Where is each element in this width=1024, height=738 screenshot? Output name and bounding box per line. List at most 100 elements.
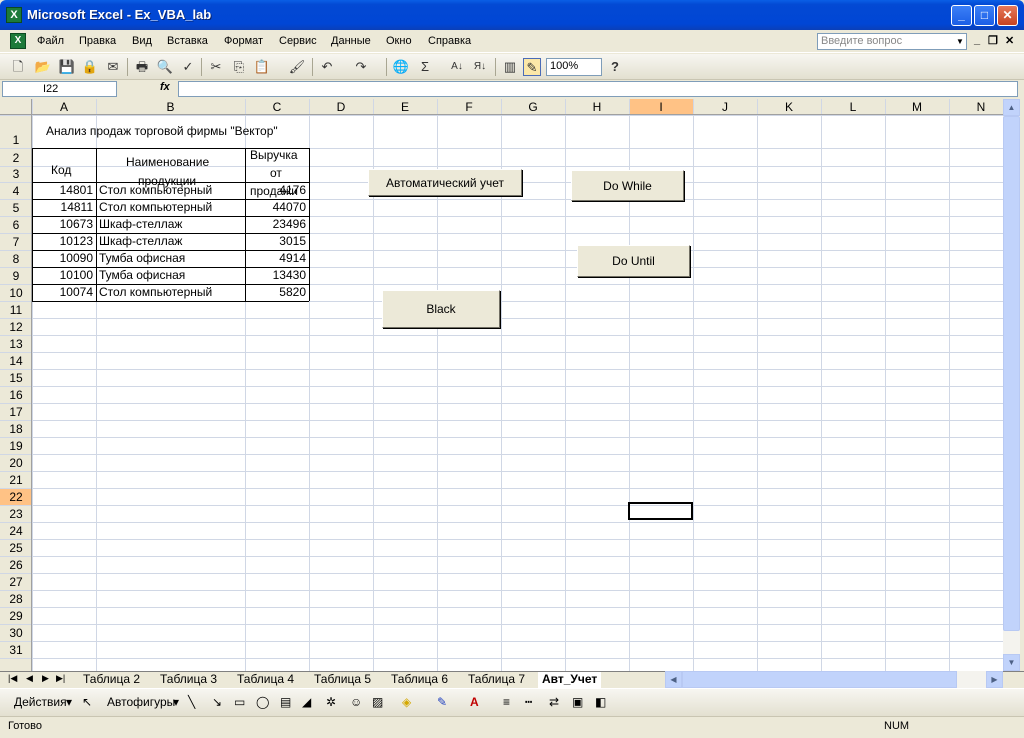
row-header[interactable]: 9 (0, 269, 32, 284)
row-header[interactable]: 5 (0, 201, 32, 216)
actions-dropdown-icon[interactable]: ▾ (66, 695, 72, 709)
row-header[interactable]: 8 (0, 252, 32, 267)
mail-icon[interactable]: ✉ (104, 58, 122, 76)
row-header[interactable]: 24 (0, 524, 32, 539)
row-header[interactable]: 23 (0, 507, 32, 522)
row-header[interactable]: 11 (0, 303, 32, 318)
drawing-icon[interactable]: ✎ (523, 58, 541, 76)
tab-table-2[interactable]: Таблица 2 (79, 672, 144, 688)
row-header[interactable]: 19 (0, 439, 32, 454)
permission-icon[interactable]: 🔒 (81, 58, 99, 76)
line-color-icon[interactable]: ✎ (437, 695, 447, 709)
row-header[interactable]: 29 (0, 609, 32, 624)
help-icon[interactable]: ? (606, 58, 624, 76)
new-icon[interactable]: 🗋 (9, 58, 27, 76)
wordart-icon[interactable]: ◢ (302, 695, 311, 709)
name-box[interactable]: I22 (2, 81, 117, 97)
row-header[interactable]: 22 (0, 490, 32, 505)
autosum-icon[interactable]: Σ (416, 58, 434, 76)
tab-table-4[interactable]: Таблица 4 (233, 672, 298, 688)
sort-asc-icon[interactable]: A↓ (448, 58, 466, 76)
doc-close-button[interactable]: ✕ (1005, 34, 1014, 47)
workbook-icon[interactable]: X (10, 33, 26, 49)
menu-format[interactable]: Формат (224, 35, 263, 47)
row-header[interactable]: 10 (0, 286, 32, 301)
minimize-button[interactable]: _ (951, 5, 972, 26)
row-header[interactable]: 31 (0, 643, 32, 658)
menu-data[interactable]: Данные (331, 35, 371, 47)
worksheet-grid[interactable]: ABCDEFGHIJKLMN 1 2 3 4 5 6 7 8 9 10 11 12 13 14 15 16 17… (0, 99, 1003, 671)
cell-code[interactable]: 14801 (32, 182, 93, 199)
cell-revenue[interactable]: 5820 (245, 284, 306, 301)
actions-menu[interactable]: Действия (14, 695, 67, 709)
doc-restore-button[interactable]: ❐ (988, 34, 998, 47)
row-header[interactable]: 14 (0, 354, 32, 369)
menu-view[interactable]: Вид (132, 35, 152, 47)
row-header[interactable]: 21 (0, 473, 32, 488)
column-header[interactable]: A (32, 99, 96, 115)
tab-table-7[interactable]: Таблица 7 (464, 672, 529, 688)
cell-code[interactable]: 10100 (32, 267, 93, 284)
chart-wizard-icon[interactable]: ▥ (501, 58, 519, 76)
arrow-style-icon[interactable]: ⇄ (549, 695, 559, 709)
cell-revenue[interactable]: 13430 (245, 267, 306, 284)
menu-file[interactable]: Файл (37, 35, 64, 47)
tab-table-3[interactable]: Таблица 3 (156, 672, 221, 688)
auto-account-button[interactable]: Автоматический учет (368, 169, 522, 196)
column-header[interactable]: N (949, 99, 1003, 115)
cell-code[interactable]: 10673 (32, 216, 93, 233)
open-icon[interactable]: 📂 (34, 58, 52, 76)
do-while-button[interactable]: Do While (571, 170, 684, 201)
copy-icon[interactable]: ⎘ (230, 58, 248, 76)
row-header[interactable]: 28 (0, 592, 32, 607)
dash-style-icon[interactable]: ┅ (525, 695, 532, 709)
next-sheet-icon[interactable]: ▶ (42, 673, 49, 684)
column-header[interactable]: D (309, 99, 373, 115)
cell-revenue[interactable]: 4176 (245, 182, 306, 199)
column-header[interactable]: L (821, 99, 885, 115)
cut-icon[interactable]: ✂ (207, 58, 225, 76)
row-header[interactable]: 16 (0, 388, 32, 403)
row-header[interactable]: 7 (0, 235, 32, 250)
tab-table-6[interactable]: Таблица 6 (387, 672, 452, 688)
tab-table-5[interactable]: Таблица 5 (310, 672, 375, 688)
print-preview-icon[interactable]: 🔍 (156, 58, 174, 76)
textbox-icon[interactable]: ▤ (280, 695, 291, 709)
scroll-left-icon[interactable]: ◀ (665, 671, 682, 688)
cell-name[interactable]: Тумба офисная (99, 267, 245, 284)
help-question-input[interactable]: Введите вопрос (817, 33, 967, 50)
cell-code[interactable]: 10123 (32, 233, 93, 250)
maximize-button[interactable]: □ (974, 5, 995, 26)
column-header[interactable]: E (373, 99, 437, 115)
paste-icon[interactable]: 📋 (253, 58, 271, 76)
scroll-down-icon[interactable]: ▼ (1003, 654, 1020, 671)
horizontal-scrollbar[interactable]: ◀ ▶ (665, 671, 1003, 688)
cell-revenue[interactable]: 4914 (245, 250, 306, 267)
autoshapes-dropdown-icon[interactable]: ▾ (173, 695, 179, 709)
menu-edit[interactable]: Правка (79, 35, 116, 47)
column-header[interactable]: B (96, 99, 245, 115)
excel-app-icon[interactable]: X (6, 7, 22, 23)
picture-icon[interactable]: ▨ (372, 695, 383, 709)
cell-revenue[interactable]: 3015 (245, 233, 306, 250)
menu-insert[interactable]: Вставка (167, 35, 208, 47)
row-header[interactable]: 6 (0, 218, 32, 233)
undo-icon[interactable]: ↶ (318, 58, 336, 76)
scroll-up-icon[interactable]: ▲ (1003, 99, 1020, 116)
fill-color-icon[interactable]: ◈ (402, 695, 411, 709)
column-header[interactable]: J (693, 99, 757, 115)
row-header[interactable]: 26 (0, 558, 32, 573)
column-header[interactable]: I (629, 99, 693, 115)
column-header[interactable]: H (565, 99, 629, 115)
cell-revenue[interactable]: 23496 (245, 216, 306, 233)
arrow-icon[interactable]: ↘ (212, 695, 222, 709)
cell-name[interactable]: Тумба офисная (99, 250, 245, 267)
last-sheet-icon[interactable]: ▶| (56, 673, 65, 684)
column-header[interactable]: K (757, 99, 821, 115)
cell-name[interactable]: Стол компьютерный (99, 284, 245, 301)
close-button[interactable]: ✕ (997, 5, 1018, 26)
sort-desc-icon[interactable]: Я↓ (471, 58, 489, 76)
row-header[interactable]: 3 (0, 167, 32, 182)
doc-minimize-button[interactable]: _ (974, 34, 980, 46)
menu-window[interactable]: Окно (386, 35, 412, 47)
